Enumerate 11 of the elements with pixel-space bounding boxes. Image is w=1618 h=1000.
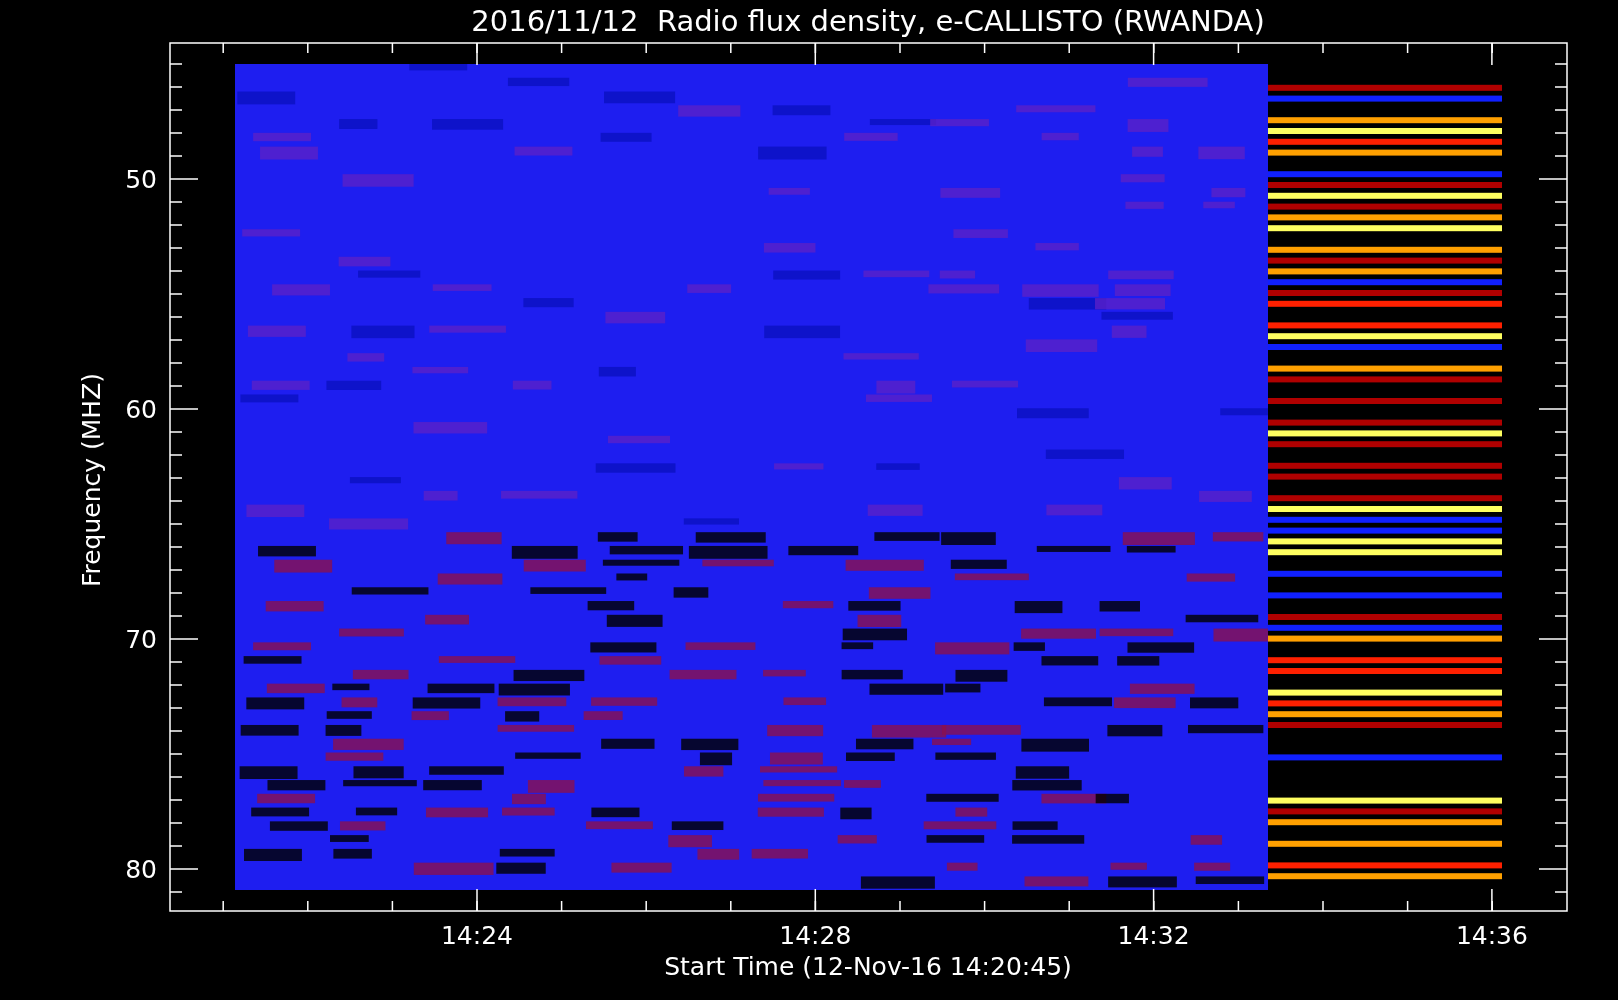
y-tick-label: 80: [125, 855, 157, 884]
x-tick-label: 14:24: [441, 921, 513, 950]
y-tick-label: 50: [125, 165, 157, 194]
x-axis-label: Start Time (12-Nov-16 14:20:45): [664, 952, 1072, 981]
x-tick-label: 14:36: [1455, 921, 1528, 950]
x-tick-label: 14:28: [779, 921, 852, 950]
y-tick-label: 70: [125, 625, 157, 654]
y-tick-label: 60: [125, 395, 157, 424]
y-axis-label: Frequency (MHZ): [77, 372, 106, 588]
x-tick-label: 14:32: [1117, 921, 1190, 950]
plot-title: 2016/11/12 Radio flux density, e-CALLISTO (RWANDA): [471, 4, 1265, 38]
